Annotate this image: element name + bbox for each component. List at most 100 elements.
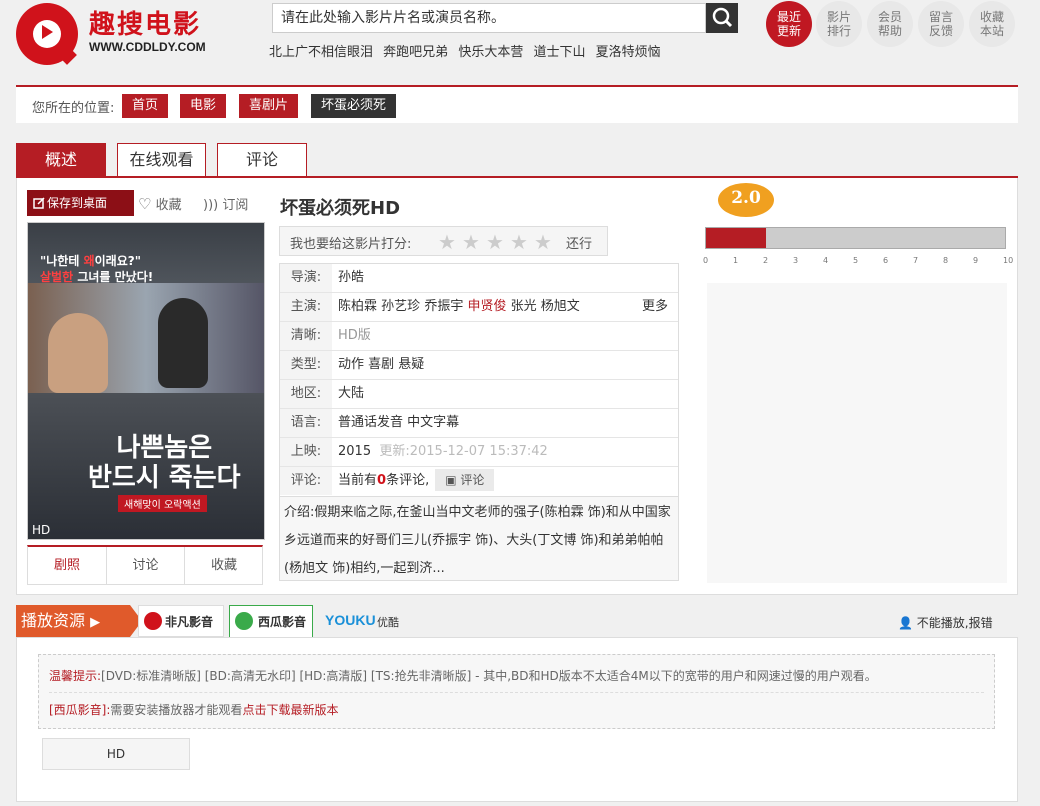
cast-link[interactable]: 申贤俊: [467, 299, 506, 314]
cast-link[interactable]: 张光: [511, 299, 537, 314]
score-tick-label: 9: [973, 256, 979, 265]
score-tick-label: 4: [823, 256, 829, 265]
score-chart-area: [707, 283, 1007, 583]
updated-time: 更新:2015-12-07 15:37:42: [379, 444, 548, 459]
info-row-comments: 评论: 当前有0条评论, ▣ 评论: [280, 467, 678, 496]
star-icon[interactable]: ★: [510, 230, 528, 254]
score-tick-label: 7: [913, 256, 919, 265]
movie-intro: 介绍:假期来临之际,在釜山当中文老师的强子(陈柏霖 饰)和从中国家乡远道而来的好…: [279, 497, 679, 581]
director-link[interactable]: 孙皓: [338, 264, 364, 292]
nav-help-button[interactable]: 会员 帮助: [867, 1, 913, 47]
score-tick-label: 6: [883, 256, 889, 265]
cast-link[interactable]: 陈柏霖: [338, 299, 377, 314]
source-tab-feifan[interactable]: 非凡影音: [138, 605, 224, 637]
chat-icon: ▣: [445, 473, 457, 487]
search-button[interactable]: [706, 3, 738, 33]
nav-feedback-button[interactable]: 留言 反馈: [918, 1, 964, 47]
region-link[interactable]: 大陆: [338, 380, 364, 408]
score-tick-label: 1: [733, 256, 739, 265]
user-report-icon: 👤: [898, 616, 913, 630]
episode-hd-button[interactable]: HD: [42, 738, 190, 770]
hot-link[interactable]: 奔跑吧兄弟: [383, 45, 448, 60]
source-tab-youku[interactable]: YOUKU 优酷: [318, 605, 404, 637]
nav-latest-button[interactable]: 最近 更新: [766, 1, 812, 47]
info-row-language: 语言: 普通话发音 中文字幕: [280, 409, 678, 438]
info-row-genre: 类型: 动作 喜剧 悬疑: [280, 351, 678, 380]
poster-figure: [48, 313, 108, 393]
nav-bookmark-button[interactable]: 收藏 本站: [969, 1, 1015, 47]
cast-link[interactable]: 乔振宇: [424, 299, 463, 314]
score-tick-label: 5: [853, 256, 859, 265]
download-player-link[interactable]: 点击下载最新版本: [242, 703, 338, 717]
star-icon[interactable]: ★: [438, 230, 456, 254]
logo-url: WWW.CDDLDY.COM: [89, 40, 206, 54]
subscribe-button[interactable]: ))) 订阅: [203, 194, 248, 213]
tip-player: [西瓜影音]:需要安装播放器才能观看点击下载最新版本: [49, 703, 339, 717]
score-fill: [706, 228, 766, 248]
tips-box: 温馨提示:[DVD:标准清晰版] [BD:高清无水印] [HD:高清版] [TS…: [38, 654, 995, 729]
tab-stills[interactable]: 剧照: [28, 547, 107, 585]
heart-icon: ♡: [138, 195, 152, 213]
rating-label: 我也要给这影片打分:: [290, 237, 412, 252]
movie-title: 坏蛋必须死HD: [280, 198, 401, 219]
info-row-region: 地区: 大陆: [280, 380, 678, 409]
hot-link[interactable]: 快乐大本营: [458, 45, 523, 60]
feifan-logo-icon: [144, 612, 162, 630]
info-row-director: 导演: 孙皓: [280, 264, 678, 293]
breadcrumb-current: 坏蛋必须死: [311, 94, 397, 118]
share-icon: [33, 197, 45, 209]
rss-icon: ))): [203, 198, 219, 213]
score-tick-label: 2: [763, 256, 769, 265]
tab-overview[interactable]: 概述: [16, 143, 106, 177]
cast-list: 陈柏霖 孙艺珍 乔振宇 申贤俊 张光 杨旭文: [338, 293, 580, 321]
breadcrumb-comedy[interactable]: 喜剧片: [239, 94, 299, 118]
hot-link[interactable]: 北上广不相信眼泪: [269, 45, 373, 60]
xigua-logo-icon: [235, 612, 253, 630]
hot-link[interactable]: 道士下山: [533, 45, 585, 60]
report-error-link[interactable]: 👤 不能播放,报错: [898, 614, 993, 631]
search-input[interactable]: 请在此处输入影片片名或演员名称。: [272, 3, 706, 33]
cast-link[interactable]: 杨旭文: [541, 299, 580, 314]
source-tab-xigua[interactable]: 西瓜影音: [229, 605, 313, 637]
star-icon[interactable]: ★: [534, 230, 552, 254]
info-row-cast: 主演: 陈柏霖 孙艺珍 乔振宇 申贤俊 张光 杨旭文 更多: [280, 293, 678, 322]
score-bar: [705, 227, 1006, 249]
breadcrumb-label: 您所在的位置:: [32, 101, 115, 116]
cast-link[interactable]: 孙艺珍: [381, 299, 420, 314]
info-row-release: 上映: 2015 更新:2015-12-07 15:37:42: [280, 438, 678, 467]
tab-collect[interactable]: 收藏: [185, 547, 263, 585]
genre-links[interactable]: 动作 喜剧 悬疑: [338, 351, 424, 379]
tab-watch-online[interactable]: 在线观看: [117, 143, 206, 177]
score-tick-label: 0: [703, 256, 709, 265]
tip-quality: 温馨提示:[DVD:标准清晰版] [BD:高清无水印] [HD:高清版] [TS…: [49, 669, 877, 683]
tab-comments[interactable]: 评论: [217, 143, 307, 177]
comment-count: 0: [377, 473, 387, 488]
youku-logo-icon: YOUKU: [325, 612, 376, 628]
search-icon: [712, 7, 733, 28]
info-row-quality: 清晰: HD版: [280, 322, 678, 351]
rating-text: 还行: [566, 237, 593, 252]
score-tick-label: 3: [793, 256, 799, 265]
nav-ranking-button[interactable]: 影片 排行: [816, 1, 862, 47]
rating-box: 我也要给这影片打分: ★ ★ ★ ★ ★ 还行: [279, 226, 608, 256]
score-badge: 2.0: [718, 183, 774, 217]
info-table: 导演: 孙皓 主演: 陈柏霖 孙艺珍 乔振宇 申贤俊 张光 杨旭文 更多 清晰: H…: [279, 263, 679, 497]
hot-link[interactable]: 夏洛特烦恼: [596, 45, 661, 60]
breadcrumb-movie[interactable]: 电影: [180, 94, 227, 118]
breadcrumb: 您所在的位置: 首页 电影 喜剧片 坏蛋必须死: [16, 85, 1018, 123]
score-tick-label: 10: [1003, 256, 1014, 265]
hd-badge: HD: [32, 523, 51, 537]
more-cast-link[interactable]: 更多: [642, 293, 668, 321]
tab-discussion[interactable]: 讨论: [107, 547, 185, 585]
logo-text[interactable]: 趣搜电影: [89, 4, 201, 41]
save-to-desktop-button[interactable]: 保存到桌面: [27, 190, 134, 216]
star-icon[interactable]: ★: [486, 230, 504, 254]
score-tick-label: 8: [943, 256, 949, 265]
star-icon[interactable]: ★: [462, 230, 480, 254]
poster-tagline: "나한테 왜이래요?" 살벌한 그녀를 만났다!: [40, 254, 154, 284]
comment-button[interactable]: ▣ 评论: [435, 469, 495, 491]
breadcrumb-home[interactable]: 首页: [122, 94, 169, 118]
favorite-button[interactable]: ♡ 收藏: [138, 194, 182, 213]
movie-poster[interactable]: "나한테 왜이래요?" 살벌한 그녀를 만났다! 나쁜놈은 반드시 죽는다 새해맞…: [27, 222, 265, 540]
poster-title: 나쁜놈은 반드시 죽는다: [88, 433, 241, 493]
